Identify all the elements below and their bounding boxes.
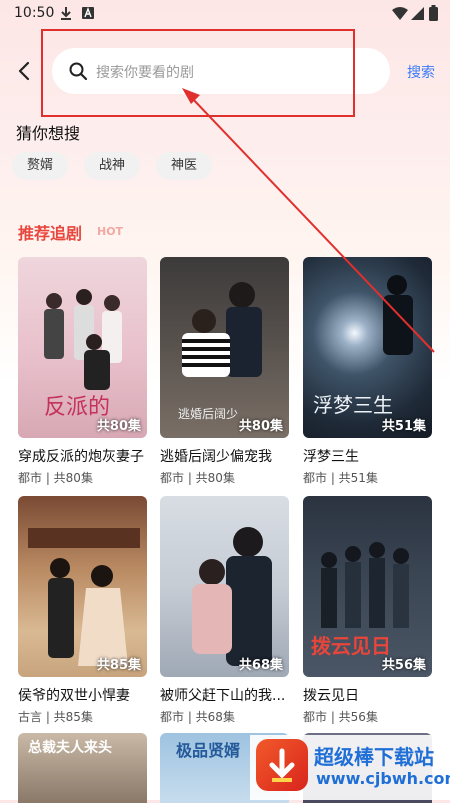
watermark-url: www.cjbwh.com	[316, 769, 450, 788]
guess-section-title: 猜你想搜	[16, 124, 81, 143]
drama-title: 拨云见日	[303, 688, 359, 704]
episode-count: 共68集	[238, 658, 283, 673]
signal-icon	[411, 7, 424, 20]
chip-suggestion[interactable]: 神医	[156, 152, 213, 180]
episode-count: 共80集	[96, 419, 141, 434]
watermark: 超级棒下载站 www.cjbwh.com	[250, 735, 450, 800]
battery-icon	[429, 5, 438, 21]
drama-poster[interactable]: 共85集	[18, 496, 147, 677]
poster-art-text: 浮梦三生	[313, 393, 393, 417]
poster-figures	[28, 528, 140, 666]
poster-figures	[44, 289, 122, 390]
hot-tag: HOT	[97, 225, 124, 238]
watermark-name: 超级棒下载站	[314, 745, 434, 769]
poster-figures	[321, 542, 409, 628]
drama-meta: 古言 | 共85集	[18, 710, 93, 724]
watermark-logo	[256, 739, 308, 791]
drama-meta: 都市 | 共68集	[160, 710, 235, 724]
search-button[interactable]: 搜索	[407, 62, 435, 82]
status-bar: 10:50	[0, 0, 450, 28]
highlight-box	[41, 29, 355, 117]
drama-poster[interactable]: 浮梦三生 共51集	[303, 257, 432, 438]
poster-figures	[192, 527, 272, 666]
download-icon	[61, 7, 71, 20]
drama-meta: 都市 | 共80集	[18, 471, 93, 485]
episode-count: 共51集	[381, 419, 426, 434]
drama-meta: 都市 | 共51集	[303, 471, 378, 485]
status-time: 10:50	[14, 5, 55, 21]
episode-count: 共80集	[238, 419, 283, 434]
poster-art-text: 总裁夫人来头	[28, 740, 112, 756]
drama-meta: 都市 | 共56集	[303, 710, 378, 724]
chip-suggestion[interactable]: 战神	[84, 152, 141, 180]
drama-title: 侯爷的双世小悍妻	[18, 688, 130, 704]
wifi-icon	[392, 7, 408, 20]
back-arrow-icon[interactable]	[14, 60, 36, 82]
poster-art-text: 极品贤婿	[176, 741, 241, 760]
drama-poster[interactable]: 拨云见日 共56集	[303, 496, 432, 677]
drama-poster[interactable]: 共68集	[160, 496, 289, 677]
drama-title: 浮梦三生	[303, 449, 359, 465]
poster-figures	[383, 275, 413, 355]
download-arrow-icon	[269, 748, 295, 782]
poster-figures	[182, 282, 262, 377]
app-notification-icon	[82, 7, 94, 19]
drama-title: 被师父赶下山的我...	[160, 688, 286, 704]
drama-poster[interactable]: 逃婚后阔少 共80集	[160, 257, 289, 438]
chip-suggestion[interactable]: 赘婿	[12, 152, 69, 180]
episode-count: 共85集	[96, 658, 141, 673]
drama-card-partial[interactable]: 总裁夫人来头	[18, 733, 147, 803]
drama-poster[interactable]: 反派的 共80集	[18, 257, 147, 438]
poster-art-text: 逃婚后阔少	[178, 407, 239, 421]
drama-title: 逃婚后阔少偏宠我	[160, 449, 272, 465]
drama-title: 穿成反派的炮灰妻子	[18, 449, 144, 465]
drama-meta: 都市 | 共80集	[160, 471, 235, 485]
recommend-section-title: 推荐追剧	[18, 224, 83, 243]
episode-count: 共56集	[381, 658, 426, 673]
poster-art-text: 拨云见日	[311, 634, 391, 658]
